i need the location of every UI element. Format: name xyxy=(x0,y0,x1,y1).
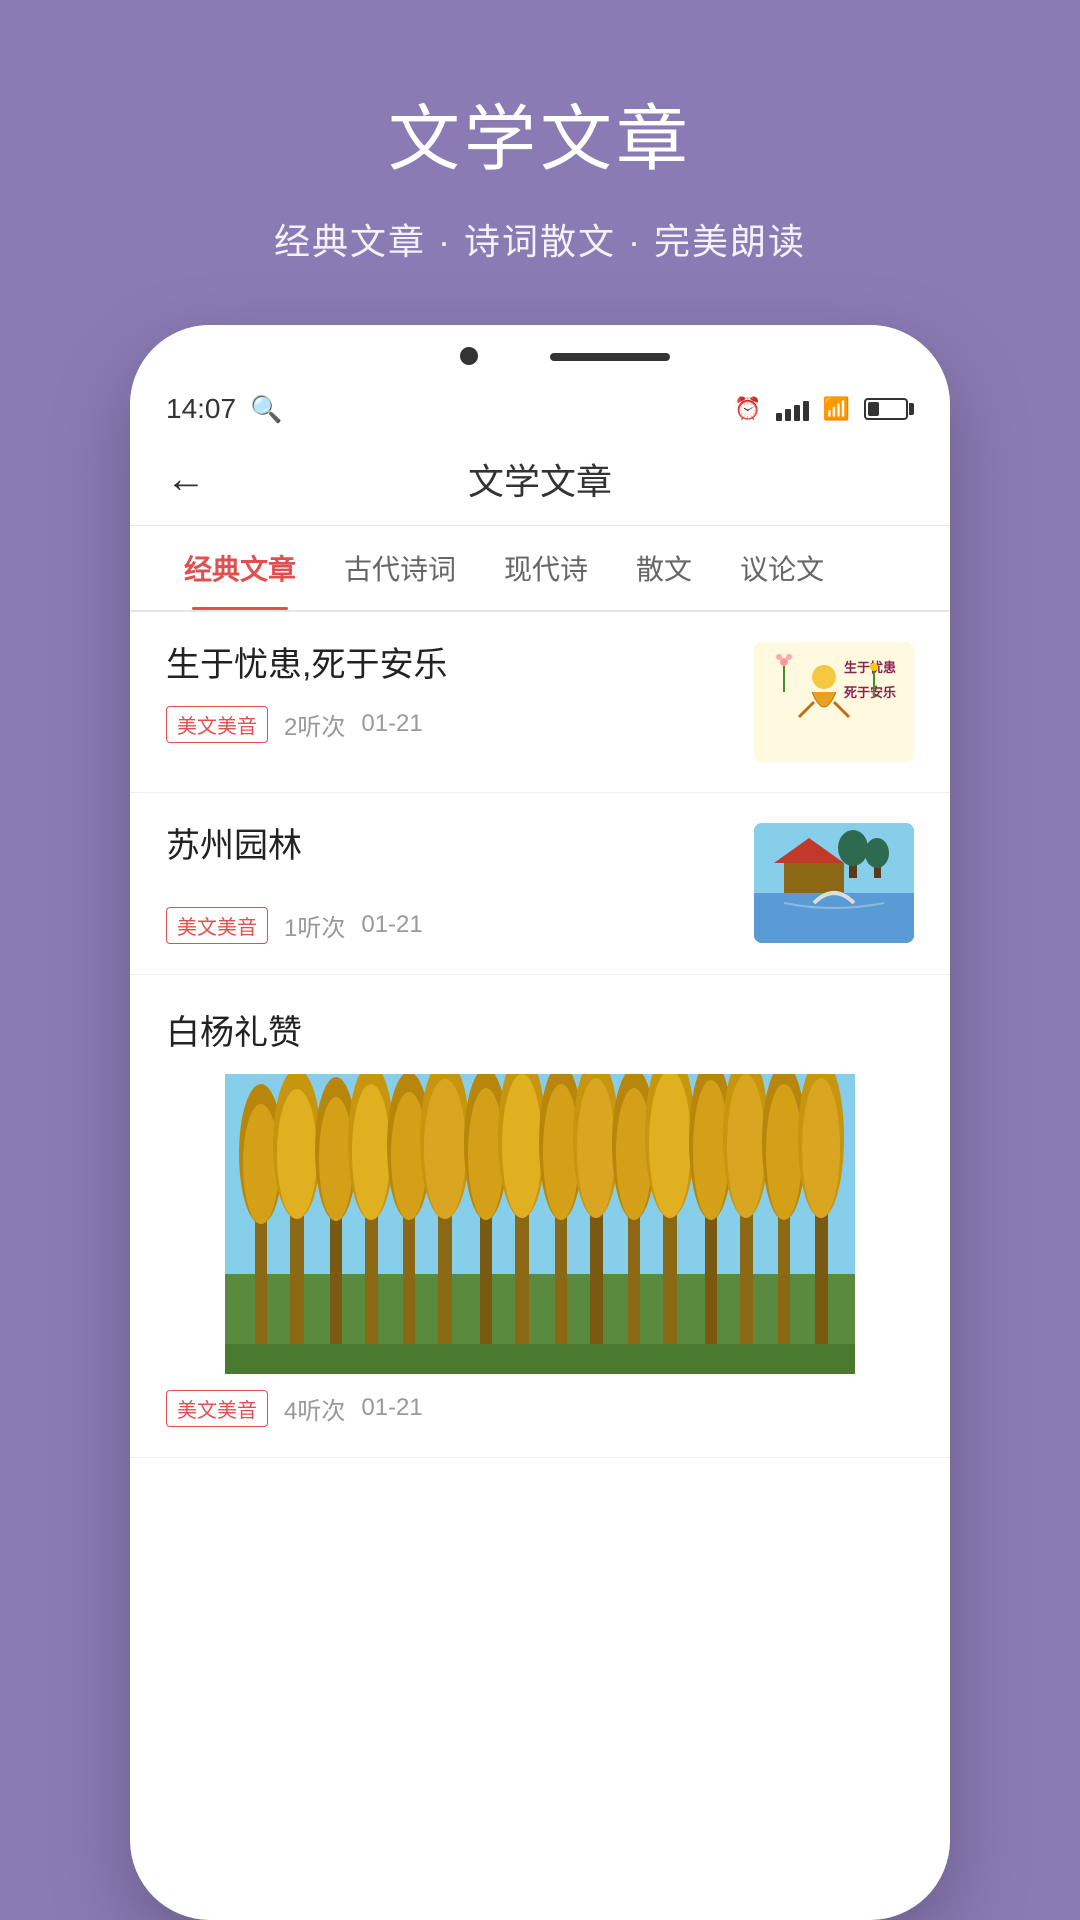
nav-bar: ← 文学文章 xyxy=(130,433,950,526)
tab-essay[interactable]: 议论文 xyxy=(716,526,848,610)
article-title-1: 生于忧患,死于安乐 xyxy=(166,642,734,690)
battery-icon xyxy=(864,398,914,420)
article-meta-1: 美文美音 2听次 01-21 xyxy=(166,706,734,743)
back-button[interactable]: ← xyxy=(166,457,206,502)
app-background-header: 文学文章 经典文章 · 诗词散文 · 完美朗读 xyxy=(0,0,1080,325)
article-listens-1: 2听次 xyxy=(284,707,345,742)
article-tag-2: 美文美音 xyxy=(166,907,268,944)
search-icon[interactable]: 🔍 xyxy=(250,394,282,425)
phone-top-bar xyxy=(130,325,950,385)
article-date-3: 01-21 xyxy=(361,1394,422,1422)
article-list: 生于忧患,死于安乐 美文美音 2听次 01-21 xyxy=(130,612,950,1458)
phone-camera xyxy=(460,347,478,365)
article-item-3[interactable]: 白杨礼赞 xyxy=(130,975,950,1458)
article-item-2[interactable]: 苏州园林 美文美音 1听次 01-21 xyxy=(130,793,950,975)
tab-classic[interactable]: 经典文章 xyxy=(160,526,320,610)
article-title-3: 白杨礼赞 xyxy=(166,1005,914,1054)
phone-speaker xyxy=(550,353,670,361)
article-thumb-1: 生于忧患 死于安乐 xyxy=(754,642,914,762)
article-title-2: 苏州园林 xyxy=(166,823,734,871)
article-date-1: 01-21 xyxy=(361,710,422,738)
nav-title: 文学文章 xyxy=(468,453,612,505)
article-info-2: 苏州园林 美文美音 1听次 01-21 xyxy=(166,823,734,944)
article-meta-2: 美文美音 1听次 01-21 xyxy=(166,907,734,944)
tab-bar: 经典文章 古代诗词 现代诗 散文 议论文 xyxy=(130,526,950,612)
app-subtitle: 经典文章 · 诗词散文 · 完美朗读 xyxy=(274,213,806,265)
article-thumb-2 xyxy=(754,823,914,943)
status-left: 14:07 🔍 xyxy=(166,393,282,425)
status-right: ⏰ 📶 xyxy=(734,396,914,422)
tab-modern[interactable]: 现代诗 xyxy=(480,526,612,610)
status-time: 14:07 xyxy=(166,393,236,425)
svg-text:死于安乐: 死于安乐 xyxy=(844,685,896,700)
phone-mockup: 14:07 🔍 ⏰ 📶 ← 文学文章 经典文章 xyxy=(130,325,950,1920)
article-listens-3: 4听次 xyxy=(284,1391,345,1426)
article-tag-1: 美文美音 xyxy=(166,706,268,743)
article-meta-3: 美文美音 4听次 01-21 xyxy=(166,1390,914,1427)
article-info-1: 生于忧患,死于安乐 美文美音 2听次 01-21 xyxy=(166,642,734,743)
article-item-1[interactable]: 生于忧患,死于安乐 美文美音 2听次 01-21 xyxy=(130,612,950,793)
alarm-icon: ⏰ xyxy=(734,396,761,422)
tab-prose[interactable]: 散文 xyxy=(612,526,716,610)
app-title: 文学文章 xyxy=(388,80,692,185)
status-bar: 14:07 🔍 ⏰ 📶 xyxy=(130,385,950,433)
article-date-2: 01-21 xyxy=(361,911,422,939)
tab-ancient[interactable]: 古代诗词 xyxy=(320,526,480,610)
svg-text:生于忧患: 生于忧患 xyxy=(844,660,896,675)
article-tag-3: 美文美音 xyxy=(166,1390,268,1427)
article-listens-2: 1听次 xyxy=(284,908,345,943)
wifi-icon: 📶 xyxy=(823,396,850,422)
article-thumb-3 xyxy=(166,1074,914,1374)
signal-icon xyxy=(776,397,809,421)
